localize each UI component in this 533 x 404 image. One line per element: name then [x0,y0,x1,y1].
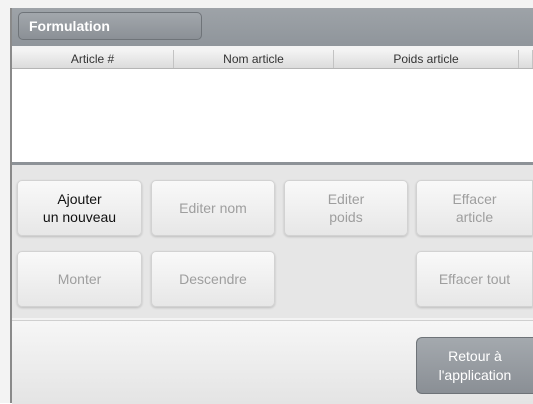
column-header-item-name[interactable]: Nom article [174,50,334,68]
formulation-screen: Formulation Article # Nom article Poids … [0,0,533,404]
item-list[interactable] [12,69,533,162]
column-header-extra [519,50,533,68]
return-to-application-button[interactable]: Retour à l'application [416,337,533,394]
delete-item-button[interactable]: Effacer article [416,180,533,236]
table-header: Article # Nom article Poids article [12,50,533,69]
move-down-button[interactable]: Descendre [151,251,275,307]
column-header-item-weight[interactable]: Poids article [334,50,519,68]
edit-weight-button[interactable]: Editer poids [284,180,408,236]
screen-title: Formulation [18,12,202,40]
edit-name-button[interactable]: Editer nom [151,180,275,236]
delete-all-button[interactable]: Effacer tout [416,251,533,307]
add-new-button[interactable]: Ajouter un nouveau [17,180,142,236]
move-up-button[interactable]: Monter [17,251,142,307]
column-header-article-number[interactable]: Article # [12,50,174,68]
